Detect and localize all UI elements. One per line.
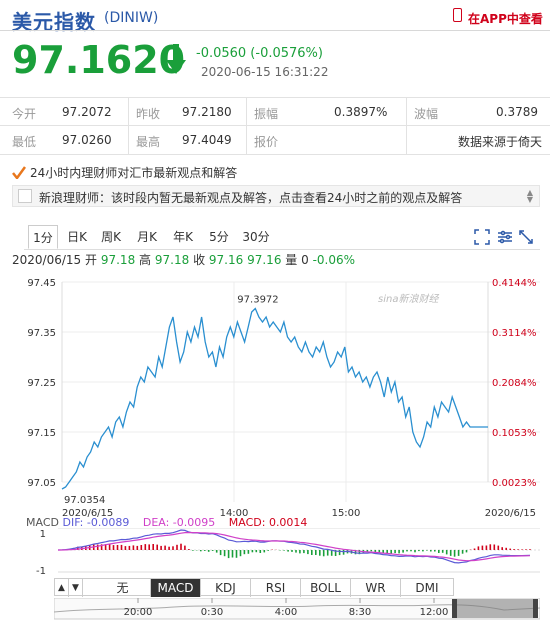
y-tick-label: 97.35 [27, 328, 56, 339]
phone-icon[interactable] [453, 8, 462, 22]
tab-weekly[interactable]: 周K [98, 225, 124, 249]
x-tick-label: 15:00 [332, 508, 361, 519]
down-arrow-icon [166, 44, 186, 74]
indicator-tabs: ▲ ▼ 无 MACD KDJ RSI BOLL WR DMI [54, 578, 454, 597]
period-tabs: 1分 日K 周K 月K 年K 5分 30分 [24, 225, 540, 250]
y-tick-label: 97.25 [27, 378, 56, 389]
price-line [61, 307, 488, 490]
navigator-tick-label: 12:00 [420, 607, 449, 618]
macd-chart[interactable]: 1 -1 [0, 528, 550, 576]
tab-5min[interactable]: 5分 [206, 225, 232, 249]
news-item[interactable]: 新浪理财师：该时段内暂无最新观点及解答，点击查看24小时之前的观点及解答 ▲ ▼ [12, 185, 540, 207]
legend-close: 97.16 [208, 253, 244, 267]
news-heading[interactable]: 24小时内理财师对汇市最新观点和解答 [30, 164, 237, 181]
tab-wr[interactable]: WR [351, 579, 401, 597]
stat-value: 97.4049 [182, 133, 232, 147]
symbol-code: (DINIW) [104, 10, 159, 26]
right-tick-label: 0.4144% [492, 278, 537, 289]
tab-daily[interactable]: 日K [64, 225, 90, 249]
avatar [18, 189, 32, 203]
max-annotation: 97.3972 [237, 295, 278, 306]
stats-row-2: 最低 97.0260 最高 97.4049 报价 数据来源于倚天 [0, 125, 550, 155]
tab-1min[interactable]: 1分 [28, 225, 58, 249]
stat-label: 今开 [12, 107, 37, 121]
fullscreen-icon[interactable] [474, 229, 490, 245]
legend-high: 97.18 [154, 253, 190, 267]
open-in-app-link[interactable]: 在APP中查看 [468, 10, 543, 27]
tab-macd[interactable]: MACD [151, 579, 201, 597]
legend-high-label: 高 [139, 253, 152, 267]
stat-label: 报价 [254, 135, 279, 149]
watermark: sina新浪财经 [378, 293, 439, 305]
tab-dmi[interactable]: DMI [401, 579, 453, 597]
legend-open: 97.18 [100, 253, 136, 267]
tab-kdj[interactable]: KDJ [201, 579, 251, 597]
tab-boll[interactable]: BOLL [301, 579, 351, 597]
news-text[interactable]: 新浪理财师：该时段内暂无最新观点及解答，点击查看24小时之前的观点及解答 [39, 189, 462, 206]
prev-arrow-icon[interactable]: ▲ [55, 579, 69, 597]
navigator-tick-label: 8:30 [349, 607, 371, 618]
stat-value: 97.2072 [62, 105, 112, 119]
expand-icon[interactable] [519, 230, 533, 244]
timestamp: 2020-06-15 16:31:22 [201, 65, 329, 79]
right-tick-label: 0.0023% [492, 478, 537, 489]
stat-label: 最高 [136, 135, 161, 149]
tab-yearly[interactable]: 年K [170, 225, 196, 249]
navigator-window[interactable] [452, 599, 538, 618]
stat-value: 97.2180 [182, 105, 232, 119]
current-price: 97.1620 [12, 38, 186, 82]
stat-value: 0.3897% [334, 105, 388, 119]
macd-tick: -1 [36, 566, 46, 576]
stats-row-1: 今开 97.2072 昨收 97.2180 振幅 0.3897% 波幅 0.37… [0, 97, 550, 126]
legend-close-label: 收 [193, 253, 206, 267]
price-change: -0.0560 (-0.0576%) [196, 46, 323, 61]
legend-last: 97.16 [247, 253, 282, 267]
legend-pct: -0.06% [312, 253, 356, 267]
macd-tick: 1 [40, 529, 46, 540]
tab-rsi[interactable]: RSI [251, 579, 301, 597]
price-chart[interactable]: sina新浪财经 97.45 97.35 97.25 97.15 97.05 0.414… [0, 272, 550, 522]
tab-monthly[interactable]: 月K [134, 225, 160, 249]
legend-vol-label: 量 [285, 253, 298, 267]
right-tick-label: 0.3114% [492, 328, 537, 339]
legend-open-label: 开 [85, 253, 98, 267]
stat-value: 0.3789 [496, 105, 538, 119]
check-logo-icon [12, 166, 26, 179]
y-tick-label: 97.45 [27, 278, 56, 289]
right-tick-label: 0.2084% [492, 378, 537, 389]
x-tick-label: 2020/6/15 [485, 508, 536, 519]
divider [0, 30, 550, 31]
scroll-arrows-icon[interactable]: ▲ ▼ [527, 189, 533, 204]
stat-label: 昨收 [136, 107, 161, 121]
stat-label: 波幅 [414, 107, 439, 121]
right-tick-label: 0.1053% [492, 428, 537, 439]
navigator-tick-label: 4:00 [275, 607, 297, 618]
next-arrow-icon[interactable]: ▼ [69, 579, 83, 597]
stat-value: 97.0260 [62, 133, 112, 147]
legend-vol: 0 [301, 253, 309, 267]
settings-icon[interactable] [498, 230, 512, 244]
time-navigator[interactable]: 20:00 0:30 4:00 8:30 12:00 [54, 598, 540, 620]
navigator-tick-label: 20:00 [124, 607, 153, 618]
y-tick-label: 97.05 [27, 478, 56, 489]
navigator-tick-label: 0:30 [201, 607, 223, 618]
y-tick-label: 97.15 [27, 428, 56, 439]
data-source: 数据来源于倚天 [458, 135, 543, 149]
tab-30min[interactable]: 30分 [240, 225, 272, 249]
navigator-handle-right[interactable] [533, 599, 538, 618]
chart-legend: 2020/06/15 开 97.18 高 97.18 收 97.16 97.16… [12, 251, 355, 268]
stat-label: 最低 [12, 135, 37, 149]
stat-label: 振幅 [254, 107, 279, 121]
navigator-handle-left[interactable] [452, 599, 457, 618]
legend-date: 2020/06/15 [12, 253, 82, 267]
chart-tools [474, 229, 534, 249]
min-annotation: 97.0354 [64, 495, 105, 506]
tab-none[interactable]: 无 [95, 579, 151, 597]
